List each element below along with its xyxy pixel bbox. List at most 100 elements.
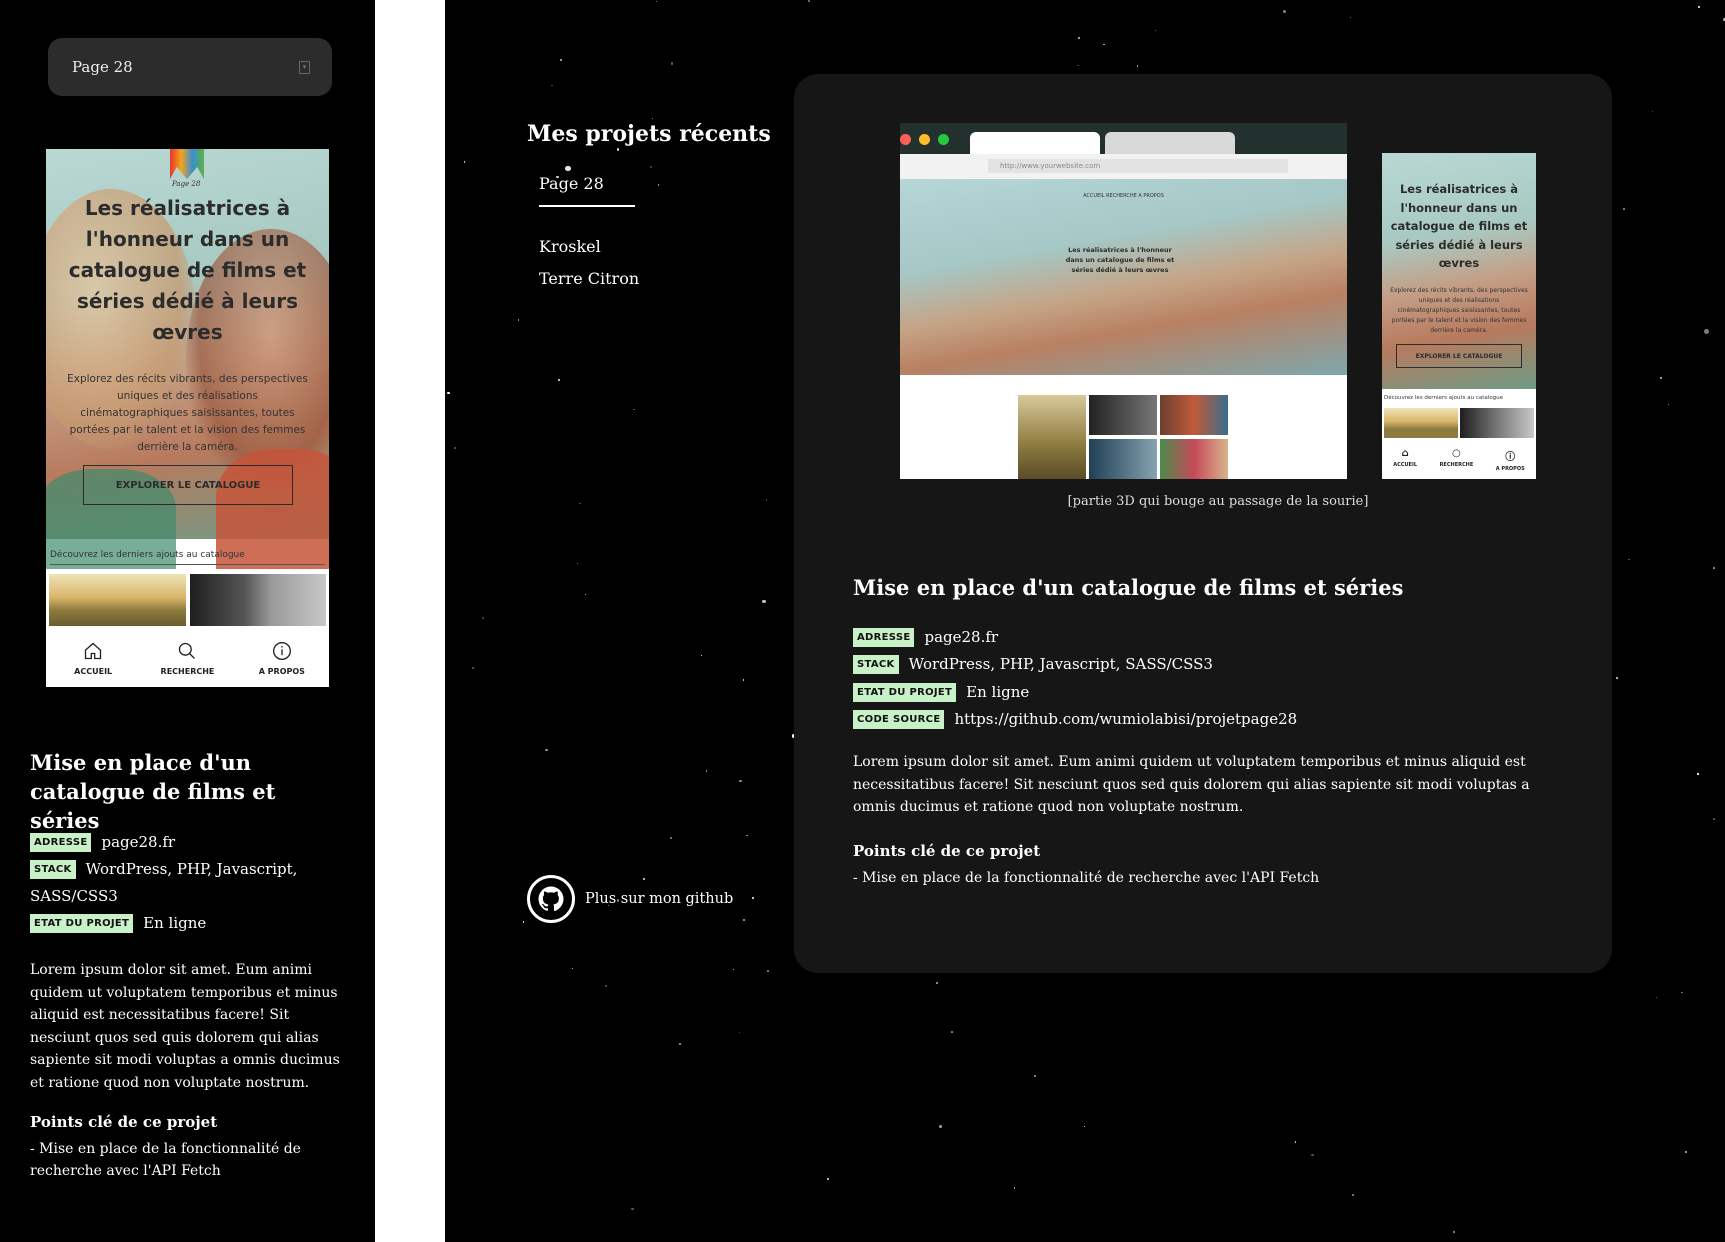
star — [560, 59, 563, 62]
star — [1077, 64, 1080, 67]
search-icon — [179, 642, 196, 659]
project-select-value: Page 28 — [72, 58, 133, 76]
star — [1083, 1125, 1086, 1128]
star — [577, 563, 579, 565]
star — [935, 982, 939, 985]
project-select[interactable]: Page 28 ▾ — [48, 38, 332, 96]
star — [1667, 403, 1670, 406]
star — [1282, 9, 1287, 14]
star — [1712, 818, 1715, 821]
project-info-list: ADRESSE page28.fr STACK WordPress, PHP, Ja… — [30, 829, 350, 937]
preview-caption: [partie 3D qui bouge au passage de la so… — [1067, 494, 1369, 509]
star — [565, 166, 571, 172]
tag-etat: ETAT DU PROJET — [30, 914, 134, 933]
star — [1698, 6, 1701, 9]
star — [1352, 1194, 1354, 1196]
browser-hero-title: Les réalisatrices à l'honneur dans un ca… — [1065, 246, 1175, 274]
phone-mockup: Les réalisatrices à l'honneur dans un ca… — [1382, 153, 1536, 479]
star — [651, 117, 654, 120]
star — [1452, 1231, 1455, 1233]
star — [745, 834, 748, 837]
browser-hero-image — [900, 179, 1347, 375]
info-value: En ligne — [966, 682, 1030, 701]
star — [739, 1031, 741, 1033]
source-code-link[interactable]: https://github.com/wumiolabisi/projetpag… — [954, 710, 1297, 728]
recent-projects-title: Mes projets récents — [527, 121, 771, 147]
star — [1697, 773, 1699, 775]
star — [1628, 558, 1631, 561]
star — [1660, 377, 1663, 380]
nav-item-kroskel[interactable]: Kroskel — [539, 237, 739, 256]
star — [701, 655, 703, 657]
divider-gutter — [375, 0, 445, 1242]
star — [545, 748, 548, 752]
mobile-screenshot: Page 28 Les réalisatrices à l'honneur da… — [46, 149, 329, 687]
projects-nav: Page 28 Kroskel Terre Citron — [539, 174, 739, 288]
browser-url: http://www.yourwebsite.com — [988, 159, 1288, 173]
star — [1704, 328, 1710, 335]
phone-tabbar: ⌂ ACCUEIL ○ RECHERCHE ⓘ A PROPOS — [1393, 448, 1525, 472]
star — [1623, 208, 1626, 211]
key-points-title: Points clé de ce projet — [30, 1113, 218, 1131]
star — [732, 968, 735, 971]
star — [1294, 1141, 1297, 1143]
star — [1712, 566, 1715, 569]
tab-a-propos: A PROPOS — [237, 629, 327, 687]
tag-stack: STACK — [853, 655, 899, 675]
star — [616, 148, 619, 151]
star — [670, 62, 673, 65]
tag-code-source: CODE SOURCE — [853, 709, 945, 729]
thumbnail-image — [190, 574, 326, 626]
nav-item-page28[interactable]: Page 28 — [539, 174, 635, 207]
star — [1311, 1154, 1314, 1157]
hero-title: Les réalisatrices à l'honneur dans un ca… — [68, 196, 307, 344]
star — [669, 837, 672, 840]
star — [808, 0, 811, 3]
info-row-stack: STACK WordPress, PHP, Javascript, SASS/CS… — [853, 651, 1573, 678]
info-row-adresse: ADRESSE page28.fr — [853, 624, 1573, 651]
star — [752, 897, 754, 899]
star — [517, 318, 520, 321]
key-points-title: Points clé de ce projet — [853, 842, 1041, 860]
info-value: WordPress, PHP, Javascript, SASS/CSS3 — [908, 655, 1213, 674]
github-label: Plus sur mon github — [585, 891, 734, 907]
github-icon — [527, 875, 575, 923]
star — [655, 1, 657, 3]
star — [739, 779, 742, 783]
info-row-stack: STACK WordPress, PHP, Javascript, SASS/CS… — [30, 856, 350, 910]
star — [766, 970, 769, 973]
info-row-adresse: ADRESSE page28.fr — [30, 829, 350, 856]
star — [827, 1178, 829, 1180]
browser-nav: ACCUEIL RECHERCHE A PROPOS — [1083, 193, 1164, 199]
star — [1681, 991, 1683, 994]
star — [1034, 1075, 1037, 1077]
tag-etat: ETAT DU PROJET — [853, 682, 957, 702]
star — [1652, 110, 1654, 113]
star — [762, 599, 766, 604]
phone-latest-label: Découvrez les derniers ajouts au catalog… — [1384, 395, 1504, 401]
browser-grid — [1018, 395, 1228, 479]
phone-hero-title: Les réalisatrices à l'honneur dans un ca… — [1390, 182, 1528, 270]
tag-stack: STACK — [30, 860, 76, 879]
project-card: http://www.yourwebsite.com ACCUEIL RECHE… — [794, 74, 1612, 973]
project-description: Lorem ipsum dolor sit amet. Eum animi qu… — [30, 962, 340, 1091]
star — [605, 985, 607, 987]
latest-label: Découvrez les derniers ajouts au catalog… — [50, 550, 245, 560]
star — [1615, 676, 1618, 679]
nav-item-terre-citron[interactable]: Terre Citron — [539, 269, 739, 288]
thumbnail-image — [49, 574, 186, 626]
star — [939, 1125, 942, 1128]
tag-adresse: ADRESSE — [30, 833, 92, 852]
tab-accueil: ACCUEIL — [48, 629, 138, 687]
key-points: - Mise en place de la fonctionnalité de … — [30, 1141, 301, 1179]
star — [705, 770, 708, 772]
info-row-etat: ETAT DU PROJET En ligne — [853, 679, 1573, 706]
star — [1013, 1186, 1016, 1189]
star — [1154, 29, 1157, 32]
star — [522, 921, 525, 923]
key-points: - Mise en place de la fonctionnalité de … — [853, 870, 1320, 886]
star — [471, 667, 475, 670]
logo-text: Page 28 — [172, 180, 201, 188]
star — [579, 502, 581, 505]
github-link[interactable]: Plus sur mon github — [527, 875, 733, 923]
